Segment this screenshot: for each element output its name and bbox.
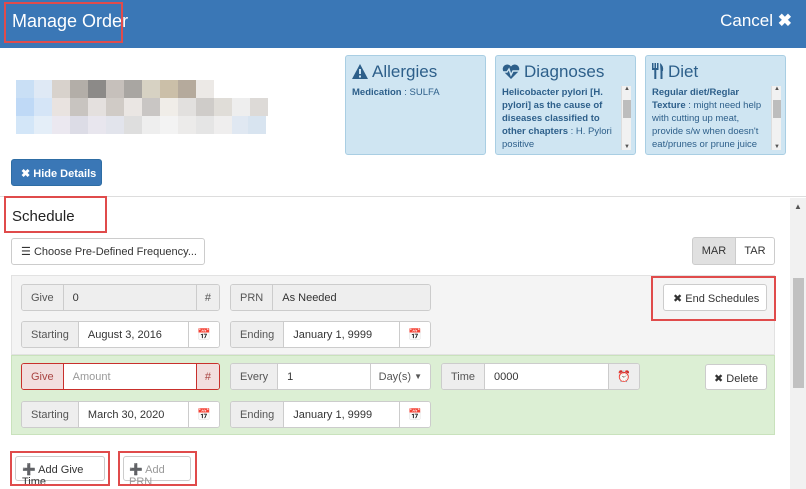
calendar-icon[interactable]: 📅 [399, 402, 430, 427]
choose-frequency-label: Choose Pre-Defined Frequency... [33, 246, 197, 258]
prn-input[interactable]: As Needed [273, 285, 430, 310]
choose-frequency-button[interactable]: ☰ Choose Pre-Defined Frequency... [11, 238, 205, 265]
diagnoses-panel: Diagnoses Helicobacter pylori [H. pylori… [495, 55, 636, 155]
diagnoses-title-text: Diagnoses [524, 62, 605, 81]
close-circle-icon: ✖ [673, 293, 683, 305]
end-schedules-button[interactable]: ✖ End Schedules [663, 284, 767, 311]
allergy-label: Medication [352, 87, 402, 98]
ending-group-new: Ending January 1, 9999 📅 [230, 401, 431, 428]
page-scrollbar[interactable]: ▲ [790, 198, 806, 489]
delete-label: Delete [726, 373, 759, 385]
cutlery-icon [652, 63, 664, 79]
list-icon: ☰ [21, 246, 31, 258]
hide-details-label: Hide Details [33, 168, 97, 180]
give-group-new: Give Amount # [21, 363, 220, 390]
diet-scrollbar[interactable]: ▲ ▼ [771, 86, 781, 150]
give-label: Give [22, 285, 64, 310]
amount-input[interactable]: Amount [64, 364, 196, 389]
hash-addon: # [195, 364, 219, 389]
every-label: Every [231, 364, 279, 389]
divider [0, 196, 806, 197]
ending-label: Ending [231, 322, 285, 347]
allergies-title: Allergies [352, 62, 437, 82]
scroll-down-icon[interactable]: ▼ [624, 144, 630, 150]
add-prn-button[interactable]: ➕ Add PRN [123, 456, 191, 488]
blurred-patient-info [16, 80, 268, 134]
hide-details-button[interactable]: ✖ Hide Details [11, 159, 102, 186]
diagnoses-body: Helicobacter pylori [H. pylori] as the c… [502, 86, 614, 150]
warning-icon [352, 64, 368, 79]
starting-date-input[interactable]: March 30, 2020 [79, 402, 188, 427]
scroll-up-icon[interactable]: ▲ [624, 86, 630, 92]
close-circle-icon: ✖ [21, 168, 31, 180]
starting-group-new: Starting March 30, 2020 📅 [21, 401, 220, 428]
allergy-value: : SULFA [401, 87, 440, 98]
calendar-icon[interactable]: 📅 [399, 322, 430, 347]
modal-title: Manage Order [12, 11, 129, 31]
unit-dropdown[interactable]: Day(s) ▼ [369, 364, 430, 389]
tab-tar[interactable]: TAR [735, 237, 775, 265]
close-circle-icon: ✖ [714, 373, 724, 385]
allergies-title-text: Allergies [372, 62, 438, 81]
plus-circle-icon: ➕ [22, 464, 36, 476]
add-give-time-button[interactable]: ➕ Add Give Time [15, 456, 105, 488]
close-icon: ✖ [777, 11, 792, 30]
unit-label: Day(s) [378, 370, 412, 383]
ending-label: Ending [231, 402, 285, 427]
diet-title-text: Diet [668, 62, 699, 81]
starting-date-input[interactable]: August 3, 2016 [79, 322, 188, 347]
diet-panel: Diet Regular diet/Reglar Texture : might… [645, 55, 786, 155]
scroll-up-icon[interactable]: ▲ [794, 202, 802, 211]
delete-button[interactable]: ✖ Delete [705, 364, 767, 390]
scroll-thumb[interactable] [623, 100, 631, 118]
diet-title: Diet [652, 62, 698, 82]
prn-group: PRN As Needed [230, 284, 431, 311]
prn-label: PRN [231, 285, 274, 310]
diagnoses-scrollbar[interactable]: ▲ ▼ [621, 86, 631, 150]
plus-circle-icon: ➕ [129, 464, 143, 476]
give-label: Give [22, 364, 64, 389]
starting-label: Starting [22, 402, 79, 427]
diet-body: Regular diet/Reglar Texture : might need… [652, 86, 770, 150]
scroll-thumb[interactable] [793, 278, 804, 388]
starting-group: Starting August 3, 2016 📅 [21, 321, 220, 348]
cancel-label: Cancel [720, 11, 774, 30]
starting-label: Starting [22, 322, 79, 347]
cancel-button[interactable]: Cancel ✖ [720, 11, 792, 31]
every-group: Every 1 Day(s) ▼ [230, 363, 431, 390]
end-schedules-label: End Schedules [685, 293, 760, 305]
calendar-icon[interactable]: 📅 [188, 322, 219, 347]
schedule-heading: Schedule [12, 208, 75, 225]
time-group: Time 0000 ⏰ [441, 363, 640, 390]
heartbeat-icon [502, 64, 520, 79]
ending-date-input[interactable]: January 1, 9999 [284, 322, 399, 347]
caret-down-icon: ▼ [414, 372, 422, 381]
ending-date-input[interactable]: January 1, 9999 [284, 402, 399, 427]
clock-icon[interactable]: ⏰ [608, 364, 639, 389]
ending-group: Ending January 1, 9999 📅 [230, 321, 431, 348]
allergies-body: Medication : SULFA [352, 86, 440, 99]
calendar-icon[interactable]: 📅 [188, 402, 219, 427]
tab-mar[interactable]: MAR [692, 237, 736, 265]
scroll-down-icon[interactable]: ▼ [774, 144, 780, 150]
time-label: Time [442, 364, 486, 389]
give-amount-input[interactable]: 0 [63, 285, 196, 310]
hash-addon: # [195, 285, 219, 310]
scroll-thumb[interactable] [773, 100, 781, 118]
allergies-panel: Allergies Medication : SULFA [345, 55, 486, 155]
modal-header: Manage Order Cancel ✖ [0, 0, 806, 48]
scroll-up-icon[interactable]: ▲ [774, 86, 780, 92]
time-input[interactable]: 0000 [485, 364, 608, 389]
every-input[interactable]: 1 [278, 364, 370, 389]
diagnoses-title: Diagnoses [502, 62, 604, 82]
give-group: Give 0 # [21, 284, 220, 311]
